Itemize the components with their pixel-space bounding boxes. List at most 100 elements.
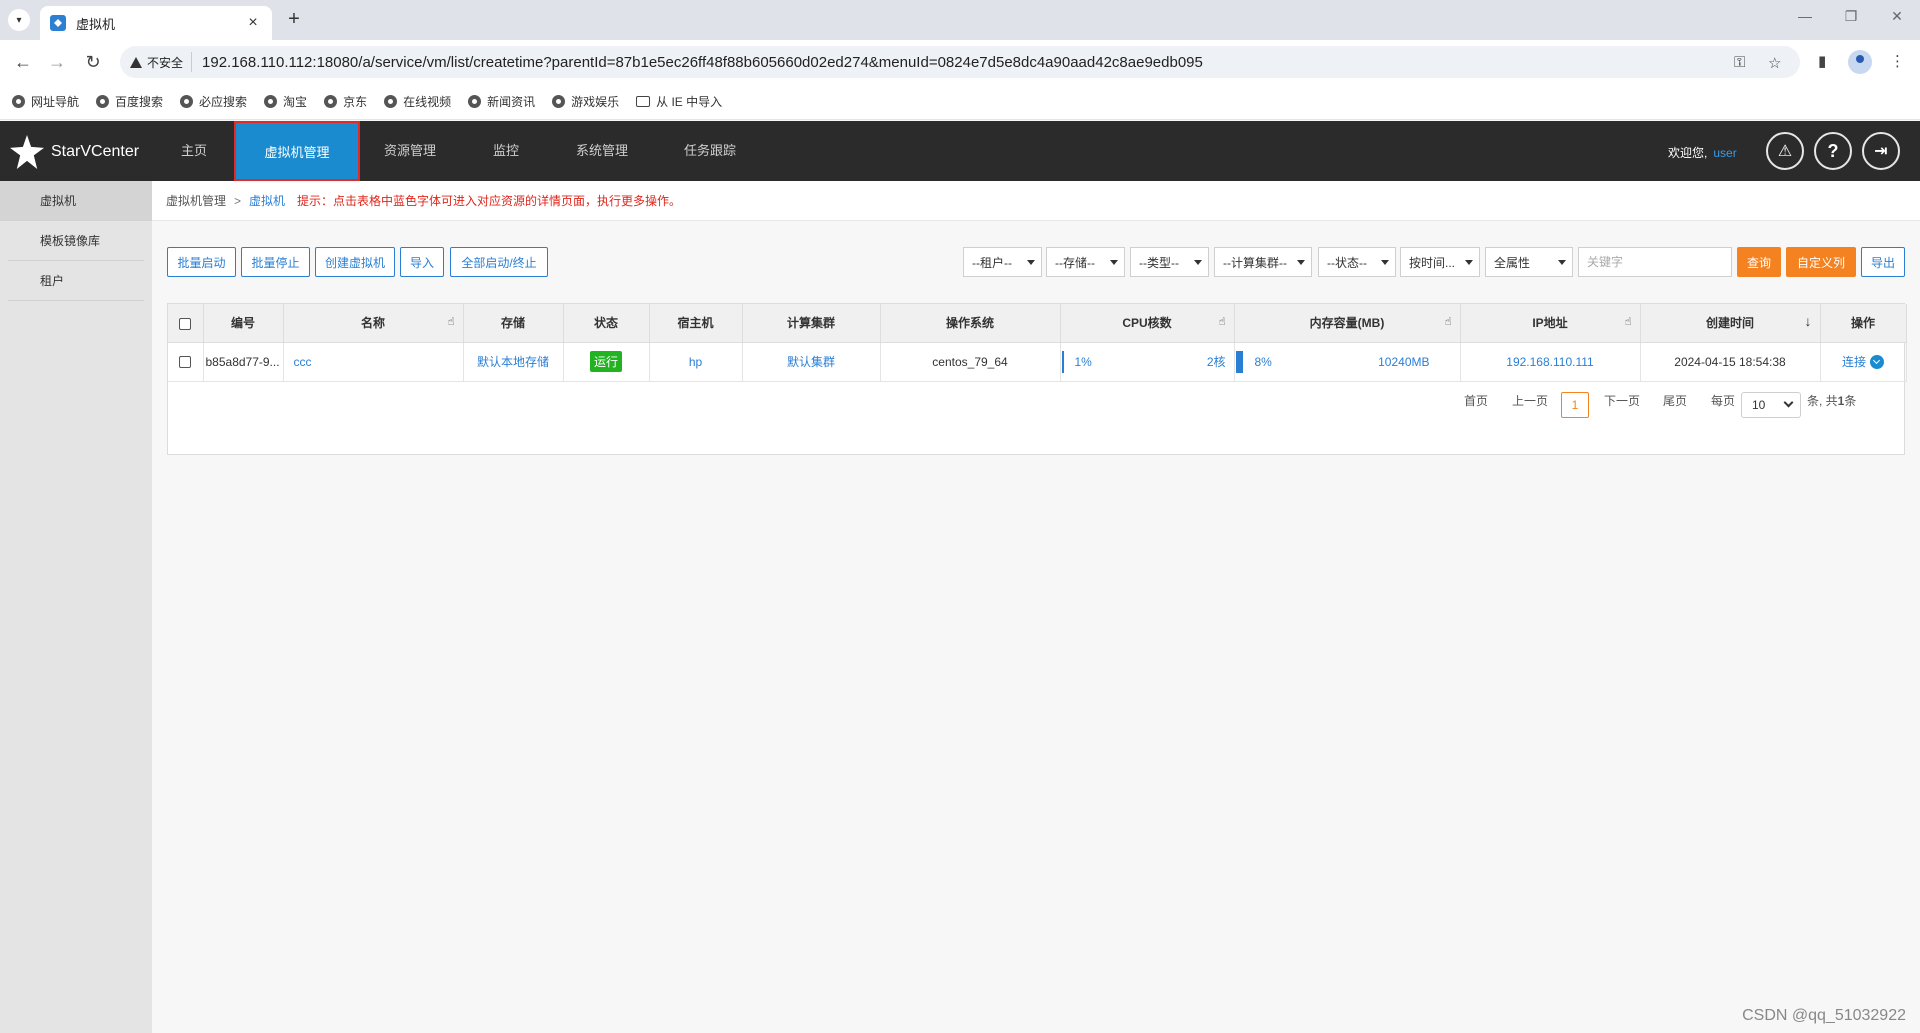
- nav-resource-management[interactable]: 资源管理: [368, 121, 452, 181]
- caret-down-icon: [1027, 260, 1035, 265]
- import-button[interactable]: 导入: [400, 247, 444, 277]
- column-header-name[interactable]: 名称 ☝: [283, 304, 464, 343]
- favicon-icon: [50, 15, 66, 31]
- ip-link[interactable]: 192.168.110.111: [1460, 342, 1641, 382]
- type-filter[interactable]: --类型--: [1130, 247, 1209, 277]
- new-tab-button[interactable]: +: [282, 8, 306, 31]
- forward-icon[interactable]: →: [46, 52, 68, 72]
- url-text[interactable]: 192.168.110.112:18080/a/service/vm/list/…: [202, 54, 1203, 71]
- attribute-filter[interactable]: 全属性: [1485, 247, 1573, 277]
- globe-icon: [468, 95, 482, 108]
- sort-icon[interactable]: ☝: [1625, 315, 1632, 328]
- connect-button[interactable]: 连接: [1842, 353, 1884, 370]
- sort-icon[interactable]: ☝: [1445, 315, 1452, 328]
- custom-columns-button[interactable]: 自定义列: [1786, 247, 1856, 277]
- bookmark-item[interactable]: 网址导航: [12, 93, 79, 110]
- cpu-cores: 2核: [1206, 355, 1226, 369]
- browser-tab[interactable]: 虚拟机 ×: [40, 6, 272, 40]
- cluster-link[interactable]: 默认集群: [742, 342, 881, 382]
- pager-first[interactable]: 首页: [1464, 392, 1488, 409]
- bookmark-item[interactable]: 淘宝: [264, 93, 307, 110]
- key-icon[interactable]: ⚿: [1734, 54, 1745, 71]
- start-stop-all-button[interactable]: 全部启动/终止: [450, 247, 548, 277]
- logout-icon: ⇥: [1874, 143, 1888, 160]
- pager-summary: 条, 共1条: [1807, 394, 1857, 408]
- host-link[interactable]: hp: [649, 342, 743, 382]
- nav-system-management[interactable]: 系统管理: [560, 121, 644, 181]
- row-checkbox[interactable]: [179, 356, 192, 369]
- close-icon[interactable]: ×: [244, 14, 262, 32]
- back-icon[interactable]: ←: [12, 52, 34, 72]
- omnibox[interactable]: 不安全 192.168.110.112:18080/a/service/vm/l…: [120, 46, 1800, 78]
- username-link[interactable]: user: [1713, 146, 1736, 160]
- sidebar-item-template-library[interactable]: 模板镜像库: [8, 221, 144, 261]
- breadcrumb-root[interactable]: 虚拟机管理: [166, 192, 226, 209]
- caret-down-icon: [1297, 260, 1305, 265]
- reload-icon[interactable]: ↻: [82, 52, 104, 72]
- batch-start-button[interactable]: 批量启动: [167, 247, 236, 277]
- bookmark-item[interactable]: 京东: [324, 93, 367, 110]
- column-header-storage: 存储: [463, 304, 564, 343]
- nav-task-tracking[interactable]: 任务跟踪: [668, 121, 752, 181]
- pager-prev[interactable]: 上一页: [1512, 392, 1548, 409]
- pager-next[interactable]: 下一页: [1604, 392, 1640, 409]
- query-button[interactable]: 查询: [1737, 247, 1781, 277]
- profile-avatar[interactable]: [1848, 50, 1872, 74]
- column-header-action: 操作: [1820, 304, 1907, 343]
- sidebar-item-tenant[interactable]: 租户: [8, 261, 144, 301]
- export-button[interactable]: 导出: [1861, 247, 1905, 277]
- tab-search-button[interactable]: ▾: [8, 9, 30, 31]
- bookmark-item[interactable]: 在线视频: [384, 93, 451, 110]
- minimize-icon[interactable]: —: [1790, 8, 1820, 24]
- window-close-icon[interactable]: ✕: [1882, 8, 1912, 25]
- time-filter[interactable]: 按时间...: [1400, 247, 1480, 277]
- status-filter[interactable]: --状态--: [1318, 247, 1396, 277]
- pager-current-page[interactable]: 1: [1561, 392, 1589, 418]
- breadcrumb-current[interactable]: 虚拟机: [249, 192, 285, 209]
- vm-name-link[interactable]: ccc: [283, 342, 464, 382]
- alert-button[interactable]: ⚠: [1766, 132, 1804, 170]
- per-page-select[interactable]: 10: [1741, 392, 1801, 418]
- nav-home[interactable]: 主页: [152, 121, 236, 181]
- bookmark-item[interactable]: 必应搜索: [180, 93, 247, 110]
- batch-stop-button[interactable]: 批量停止: [241, 247, 310, 277]
- keyword-input[interactable]: [1578, 247, 1732, 277]
- cluster-filter[interactable]: --计算集群--: [1214, 247, 1312, 277]
- cpu-percent: 1%: [1074, 354, 1092, 369]
- sort-desc-icon[interactable]: ↓: [1805, 313, 1812, 329]
- created-time: 2024-04-15 18:54:38: [1640, 342, 1821, 382]
- bookmark-item[interactable]: 百度搜索: [96, 93, 163, 110]
- star-icon[interactable]: ☆: [1768, 54, 1781, 72]
- caret-down-icon: [1381, 260, 1389, 265]
- nav-monitor[interactable]: 监控: [466, 121, 546, 181]
- globe-icon: [324, 95, 338, 108]
- bookmark-folder[interactable]: 从 IE 中导入: [636, 93, 722, 110]
- globe-icon: [384, 95, 398, 108]
- select-all-checkbox[interactable]: [179, 317, 192, 330]
- security-indicator[interactable]: 不安全: [130, 52, 193, 72]
- column-header-ip[interactable]: IP地址 ☝: [1460, 304, 1641, 343]
- sidebar-item-vm[interactable]: 虚拟机: [0, 181, 152, 221]
- restore-icon[interactable]: ❐: [1836, 8, 1866, 25]
- app-logo[interactable]: StarVCenter: [10, 135, 139, 169]
- column-header-cpu[interactable]: CPU核数 ☝: [1060, 304, 1235, 343]
- more-menu-icon[interactable]: ⋮: [1890, 52, 1905, 70]
- storage-filter[interactable]: --存储--: [1046, 247, 1125, 277]
- bookmark-item[interactable]: 新闻资讯: [468, 93, 535, 110]
- column-header-created[interactable]: 创建时间 ↓: [1640, 304, 1821, 343]
- status-cell: 运行: [563, 342, 650, 382]
- pager-last[interactable]: 尾页: [1663, 392, 1687, 409]
- globe-icon: [552, 95, 566, 108]
- side-panel-icon[interactable]: ▮: [1818, 52, 1826, 70]
- create-vm-button[interactable]: 创建虚拟机: [315, 247, 395, 277]
- help-button[interactable]: ?: [1814, 132, 1852, 170]
- chevron-down-circle-icon[interactable]: [1870, 354, 1884, 369]
- bookmark-item[interactable]: 游戏娱乐: [552, 93, 619, 110]
- column-header-memory[interactable]: 内存容量(MB) ☝: [1234, 304, 1461, 343]
- sort-icon[interactable]: ☝: [448, 315, 455, 328]
- sort-icon[interactable]: ☝: [1219, 315, 1226, 328]
- nav-vm-management[interactable]: 虚拟机管理: [234, 121, 360, 181]
- logout-button[interactable]: ⇥: [1862, 132, 1900, 170]
- storage-link[interactable]: 默认本地存储: [463, 342, 564, 382]
- tenant-filter[interactable]: --租户--: [963, 247, 1042, 277]
